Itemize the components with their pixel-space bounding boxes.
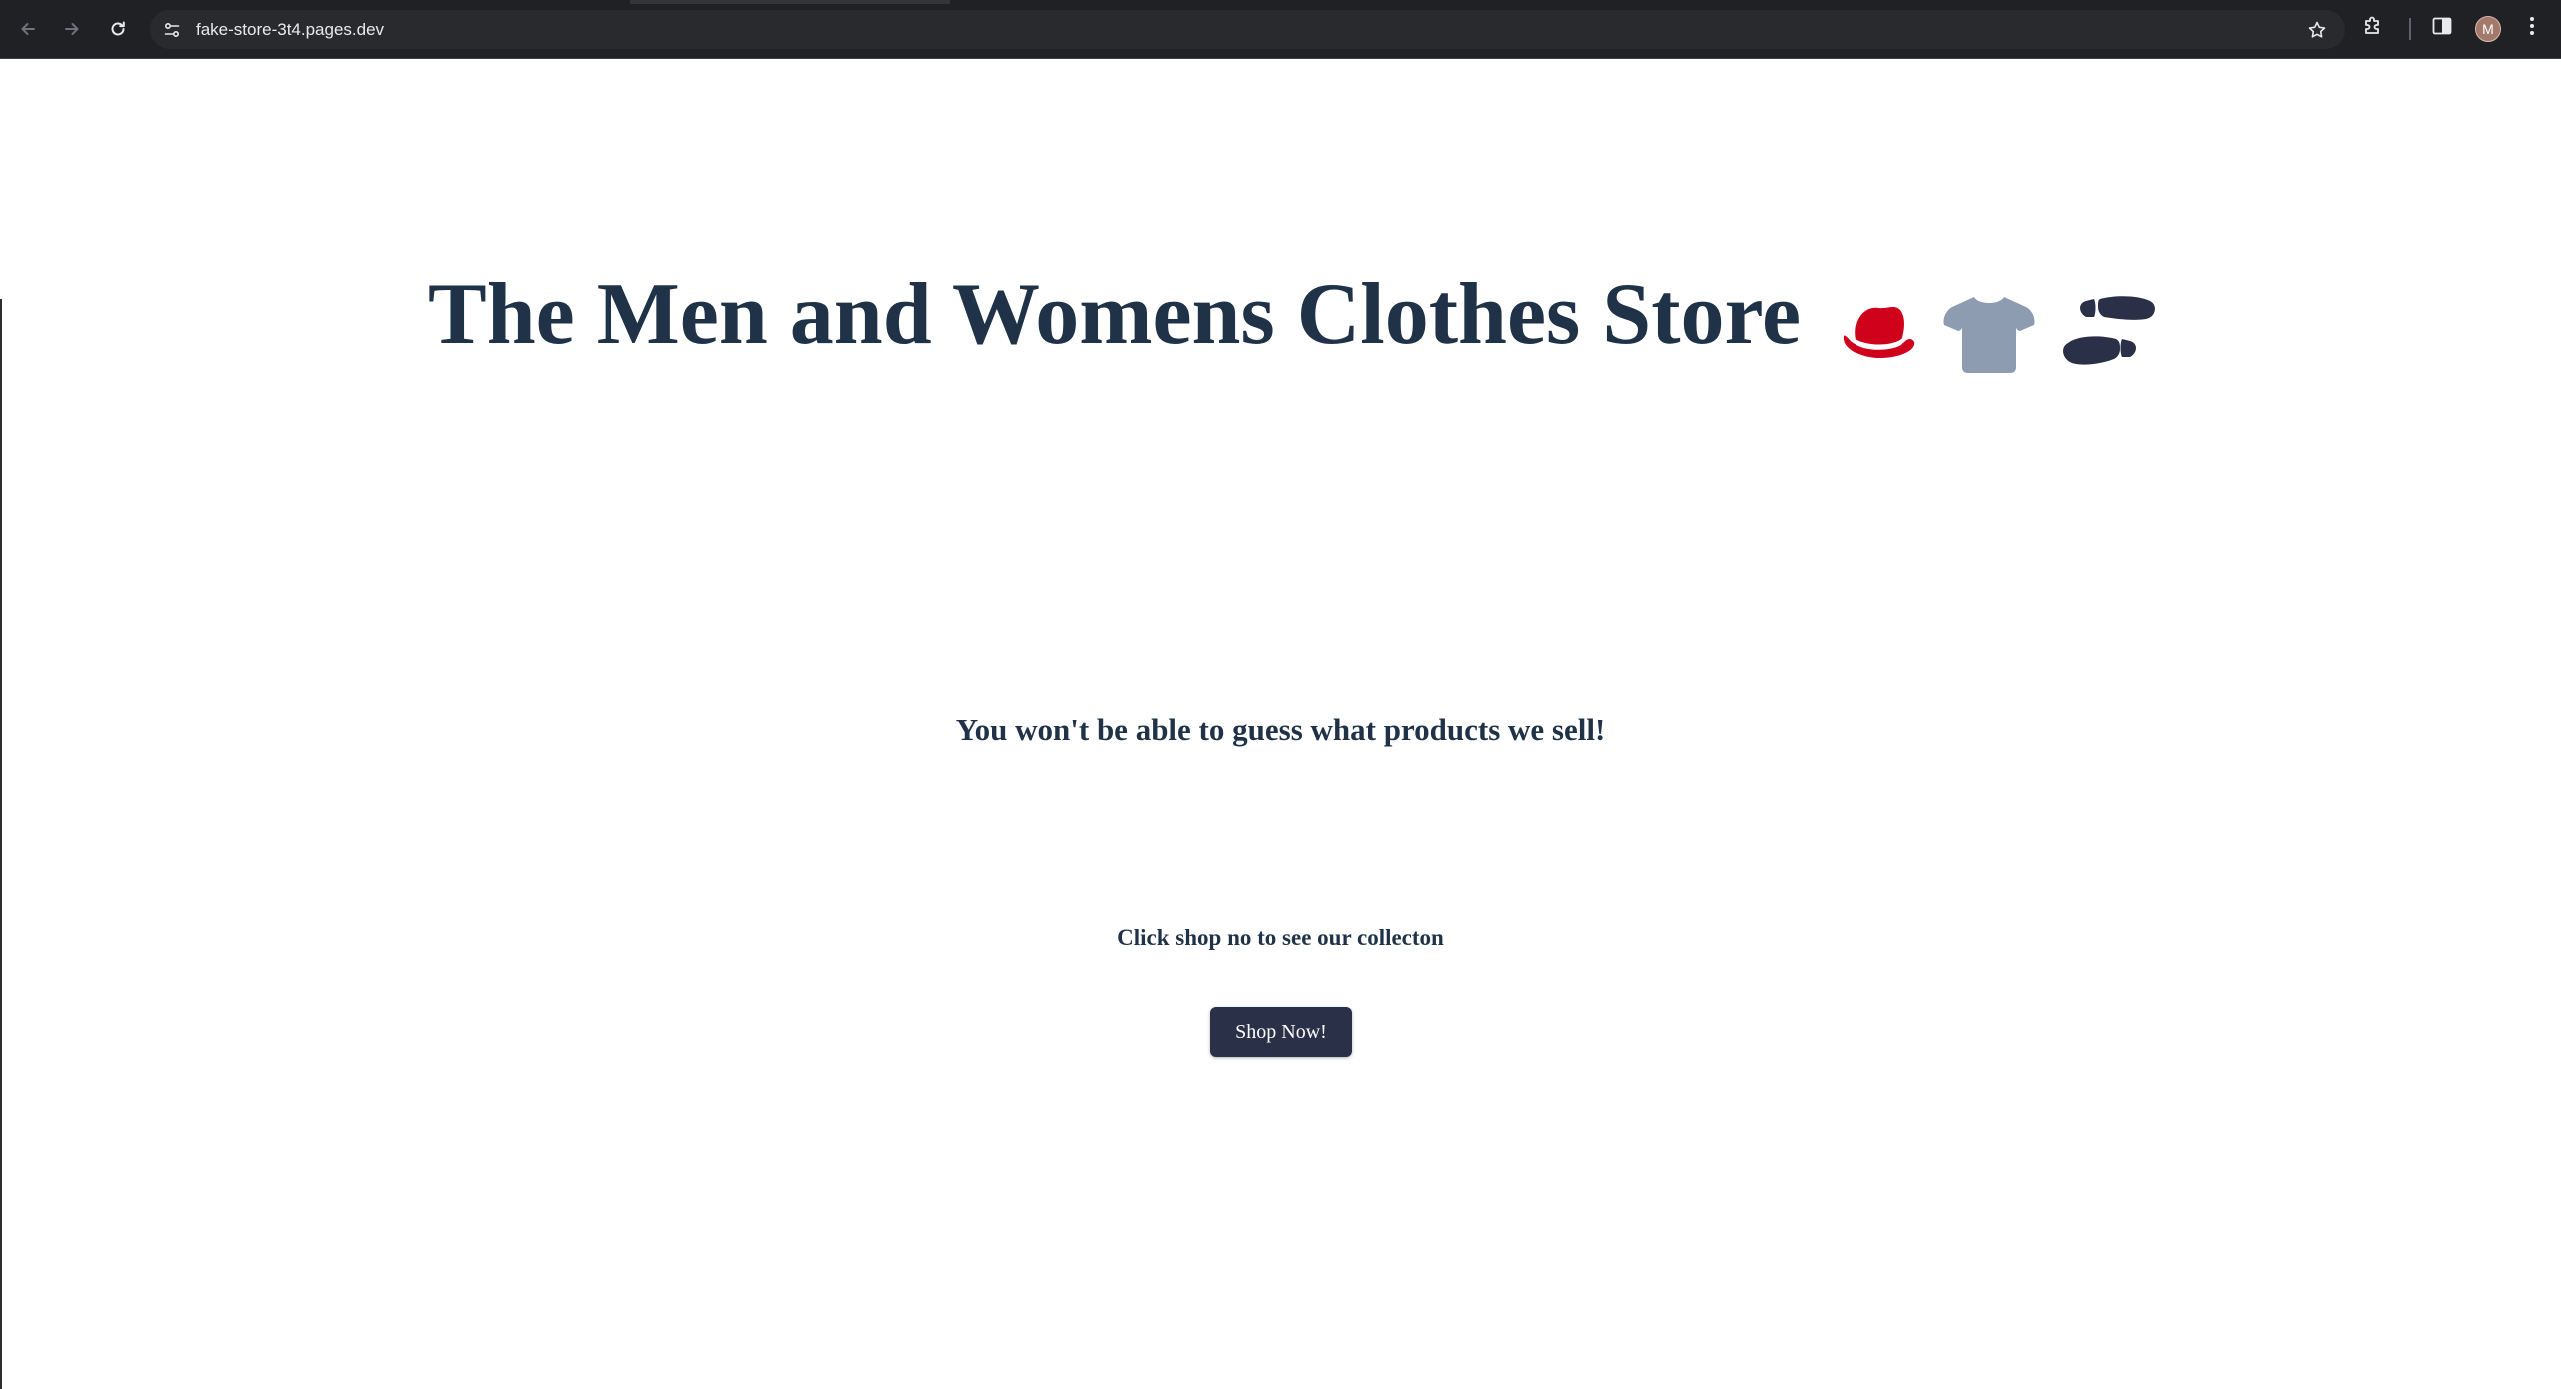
site-info-icon — [164, 22, 180, 37]
back-icon — [21, 23, 35, 35]
back-button[interactable] — [13, 14, 43, 44]
extensions-icon — [2365, 16, 2379, 34]
address-bar[interactable]: fake-store-3t4.pages.dev — [150, 10, 2345, 49]
store-title: The Men and Womens Clothes Store — [428, 266, 1802, 363]
side-panel-button[interactable] — [2430, 14, 2454, 43]
browser-toolbar: fake-store-3t4.pages.dev M — [0, 0, 2561, 59]
page-viewport — [0, 59, 2561, 1389]
url-text[interactable]: fake-store-3t4.pages.dev — [196, 20, 384, 40]
extensions-button[interactable] — [2361, 14, 2385, 43]
viewport-left-border — [0, 299, 2, 1389]
cta-text: Click shop no to see our collecton — [1117, 925, 1444, 950]
toolbar-divider — [2409, 18, 2411, 40]
browser-menu-button[interactable] — [2522, 14, 2542, 43]
hat-icon — [1843, 306, 1915, 358]
forward-icon — [65, 23, 79, 35]
shop-now-button[interactable]: Shop Now! — [1210, 1007, 1352, 1057]
forward-button[interactable] — [57, 14, 87, 44]
reload-button[interactable] — [103, 14, 133, 44]
shoe-prints-icon — [2063, 296, 2155, 365]
title-icons — [1838, 288, 2156, 378]
reload-icon — [111, 21, 125, 36]
site-info-button[interactable] — [158, 16, 186, 44]
tshirt-icon — [1943, 297, 2035, 373]
star-icon — [2308, 21, 2326, 38]
tagline: You won't be able to guess what products… — [955, 712, 1606, 747]
bookmark-button[interactable] — [2303, 16, 2331, 44]
menu-icon — [2530, 17, 2534, 35]
tab-strip-edge — [630, 0, 950, 4]
profile-avatar[interactable]: M — [2475, 16, 2501, 42]
side-panel-icon — [2432, 17, 2452, 35]
